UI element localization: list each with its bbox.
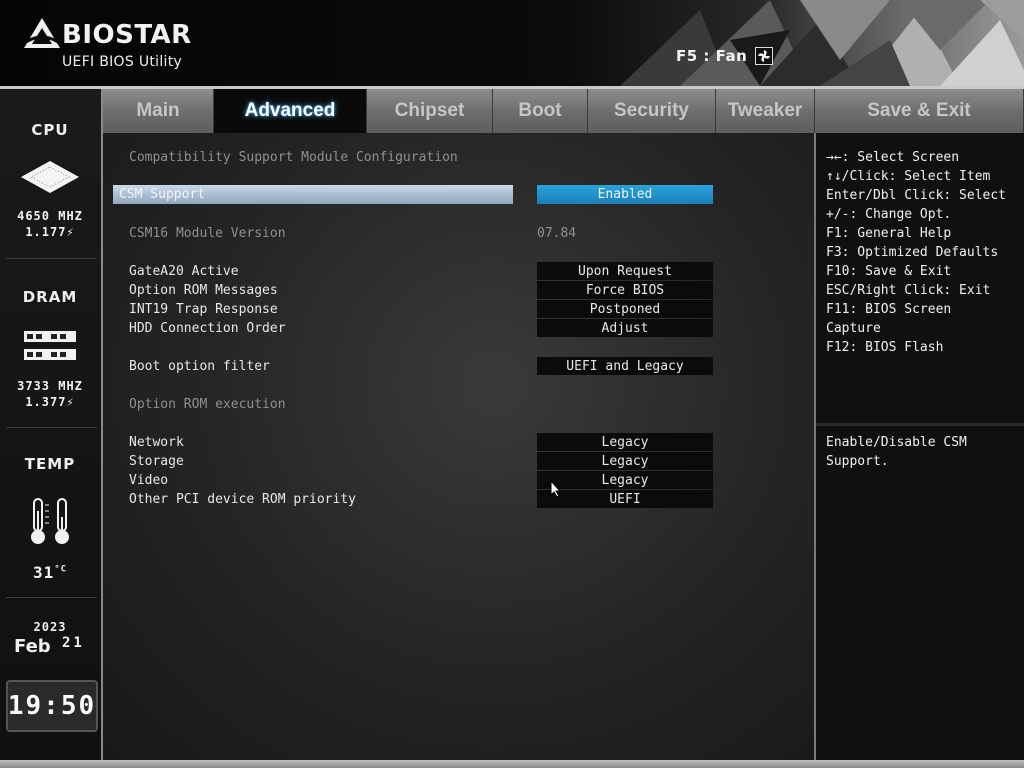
tab-bar: Main Advanced Chipset Boot Security Twea… — [103, 89, 1024, 133]
temp-reading: 31°C — [0, 563, 100, 582]
sidebar-divider — [6, 427, 97, 428]
cpu-voltage-value: 1.177 — [25, 225, 67, 239]
gatea20-value[interactable]: Upon Request — [537, 262, 713, 280]
help-key-line: Capture — [826, 321, 881, 336]
brand-wordmark: BIOSTAR — [62, 20, 192, 50]
csm-support-label: CSM Support — [119, 187, 206, 202]
hdd-connection-order-value[interactable]: Adjust — [537, 319, 713, 337]
date-day: 21 — [62, 635, 85, 651]
hardware-monitor-sidebar: CPU 4650 MHZ 1.177⚡ DRAM 3733 MHZ 1.377⚡… — [0, 89, 103, 760]
help-key-line: ↑↓/Click: Select Item — [826, 169, 991, 184]
voltage-bolt-icon: ⚡ — [66, 225, 75, 239]
cpu-voltage: 1.177⚡ — [0, 225, 100, 239]
tab-main[interactable]: Main — [103, 89, 214, 133]
storage-rom-value[interactable]: Legacy — [537, 452, 713, 470]
fan-hotkey[interactable]: F5 : Fan — [676, 47, 774, 65]
sidebar-divider — [6, 597, 97, 598]
tab-save-exit[interactable]: Save & Exit — [815, 89, 1024, 133]
page-title: Compatibility Support Module Configurati… — [129, 150, 458, 165]
csm16-version-value: 07.84 — [537, 226, 577, 241]
date-year: 2023 — [33, 620, 67, 634]
brand-subtitle: UEFI BIOS Utility — [62, 54, 183, 70]
network-rom-label[interactable]: Network — [129, 435, 184, 450]
boot-option-filter-label[interactable]: Boot option filter — [129, 359, 270, 374]
csm16-version-label: CSM16 Module Version — [129, 226, 286, 241]
temp-title: TEMP — [24, 455, 76, 473]
network-rom-value[interactable]: Legacy — [537, 433, 713, 451]
gatea20-label[interactable]: GateA20 Active — [129, 264, 239, 279]
video-rom-label[interactable]: Video — [129, 473, 168, 488]
cpu-title: CPU — [31, 121, 69, 139]
cpu-chip-icon — [21, 161, 79, 193]
sidebar-divider — [6, 258, 97, 259]
dram-frequency: 3733 MHZ — [17, 379, 83, 393]
dram-title: DRAM — [22, 288, 78, 306]
clock-display: 19:50 — [6, 680, 98, 732]
bottom-frame — [0, 760, 1024, 768]
help-key-line: Enter/Dbl Click: Select — [826, 188, 1007, 203]
fan-icon — [755, 47, 774, 65]
biostar-logo: BIOSTAR UEFI BIOS Utility — [22, 16, 212, 74]
help-key-line: +/-: Change Opt. — [826, 207, 952, 222]
int19-trap-value[interactable]: Postponed — [537, 300, 713, 318]
header-shard-art — [620, 0, 1024, 86]
tab-chipset[interactable]: Chipset — [367, 89, 493, 133]
fan-hotkey-label: F5 : Fan — [676, 47, 748, 65]
settings-panel: Compatibility Support Module Configurati… — [103, 133, 814, 760]
date-month: Feb — [14, 636, 51, 657]
video-rom-value[interactable]: Legacy — [537, 471, 713, 489]
other-pci-rom-label[interactable]: Other PCI device ROM priority — [129, 492, 356, 507]
boot-option-filter-value[interactable]: UEFI and Legacy — [537, 357, 713, 375]
help-key-line: →←: Select Screen — [826, 150, 960, 165]
mouse-pointer-icon — [550, 480, 562, 498]
temp-unit: °C — [54, 564, 68, 575]
help-key-line: F12: BIOS Flash — [826, 340, 944, 355]
tab-security[interactable]: Security — [588, 89, 716, 133]
option-rom-messages-value[interactable]: Force BIOS — [537, 281, 713, 299]
item-description: Support. — [826, 454, 889, 469]
dram-voltage-value: 1.377 — [25, 395, 67, 409]
csm-support-value[interactable]: Enabled — [537, 185, 713, 204]
option-rom-execution-header: Option ROM execution — [129, 397, 286, 412]
storage-rom-label[interactable]: Storage — [129, 454, 184, 469]
temp-value: 31 — [32, 563, 55, 582]
thermometer-icon — [31, 498, 69, 544]
tab-boot[interactable]: Boot — [493, 89, 588, 133]
int19-trap-label[interactable]: INT19 Trap Response — [129, 302, 278, 317]
tab-advanced[interactable]: Advanced — [214, 89, 367, 133]
biostar-logo-mark-icon — [24, 18, 60, 48]
help-key-line: F10: Save & Exit — [826, 264, 952, 279]
dram-voltage: 1.377⚡ — [0, 395, 100, 409]
hdd-connection-order-label[interactable]: HDD Connection Order — [129, 321, 286, 336]
dram-module-icon — [24, 331, 76, 360]
other-pci-rom-value[interactable]: UEFI — [537, 490, 713, 508]
tab-tweaker[interactable]: Tweaker — [716, 89, 815, 133]
item-description: Enable/Disable CSM — [826, 435, 967, 450]
help-key-line: F1: General Help — [826, 226, 952, 241]
help-key-line: F3: Optimized Defaults — [826, 245, 999, 260]
cpu-frequency: 4650 MHZ — [17, 209, 83, 223]
help-panel: →←: Select Screen ↑↓/Click: Select Item … — [814, 133, 1024, 760]
option-rom-messages-label[interactable]: Option ROM Messages — [129, 283, 278, 298]
voltage-bolt-icon: ⚡ — [66, 395, 75, 409]
help-divider — [816, 423, 1024, 426]
header-bar: BIOSTAR UEFI BIOS Utility F5 : Fan — [0, 0, 1024, 86]
help-key-line: ESC/Right Click: Exit — [826, 283, 991, 298]
help-key-line: F11: BIOS Screen — [826, 302, 952, 317]
